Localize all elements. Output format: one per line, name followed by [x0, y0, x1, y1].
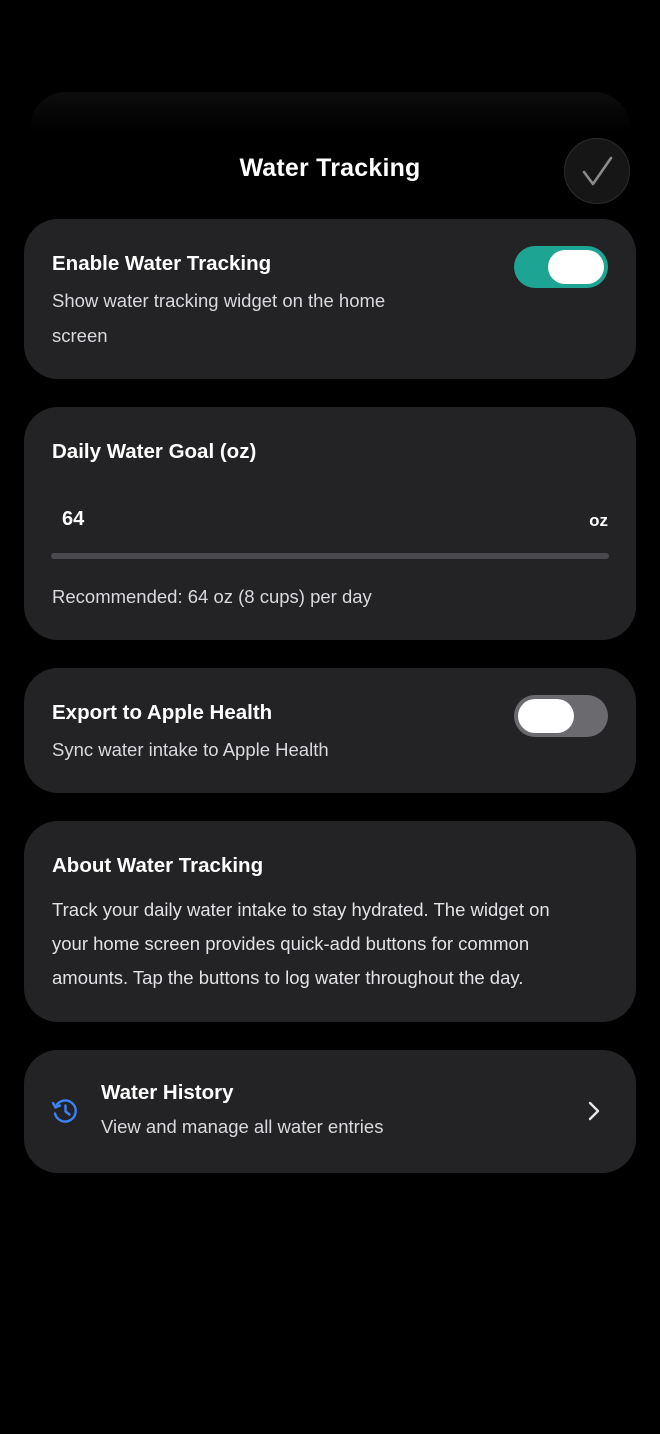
daily-goal-input[interactable]: 64	[62, 508, 84, 531]
enable-tracking-card: Enable Water Tracking Show water trackin…	[24, 219, 636, 379]
enable-tracking-toggle[interactable]	[514, 246, 608, 288]
water-history-description: View and manage all water entries	[101, 1116, 384, 1137]
water-history-title: Water History	[101, 1081, 234, 1104]
apple-health-description: Sync water intake to Apple Health	[52, 739, 329, 760]
history-icon	[51, 1099, 77, 1123]
page-title: Water Tracking	[239, 154, 421, 182]
enable-tracking-description-line2: screen	[52, 325, 108, 346]
water-tracking-settings-screen: Water Tracking Enable Water Tracking Sho…	[0, 0, 660, 1434]
water-history-row[interactable]: Water History View and manage all water …	[24, 1050, 636, 1173]
apple-health-card: Export to Apple Health Sync water intake…	[24, 668, 636, 793]
daily-goal-title: Daily Water Goal (oz)	[52, 440, 257, 463]
apple-health-toggle[interactable]	[514, 695, 608, 737]
daily-goal-unit: oz	[589, 511, 608, 530]
daily-goal-hint: Recommended: 64 oz (8 cups) per day	[52, 586, 372, 607]
sheet-top-edge	[30, 92, 630, 132]
about-description: Track your daily water intake to stay hy…	[52, 893, 618, 995]
toggle-knob	[518, 699, 574, 733]
about-title: About Water Tracking	[52, 854, 264, 877]
checkmark-icon	[582, 156, 613, 186]
apple-health-title: Export to Apple Health	[52, 701, 273, 724]
daily-goal-card: Daily Water Goal (oz) Recommended: 64 oz…	[24, 407, 636, 640]
daily-goal-input-underline	[51, 553, 609, 559]
toggle-knob	[548, 250, 604, 284]
chevron-right-icon	[588, 1101, 600, 1121]
about-line-2: your home screen provides quick-add butt…	[52, 933, 530, 954]
about-card: About Water Tracking Track your daily wa…	[24, 821, 636, 1022]
about-line-3: amounts. Tap the buttons to log water th…	[52, 967, 524, 988]
enable-tracking-description-line1: Show water tracking widget on the home	[52, 290, 386, 311]
enable-tracking-title: Enable Water Tracking	[52, 252, 272, 275]
about-line-1: Track your daily water intake to stay hy…	[52, 899, 550, 920]
done-button[interactable]	[564, 138, 630, 204]
